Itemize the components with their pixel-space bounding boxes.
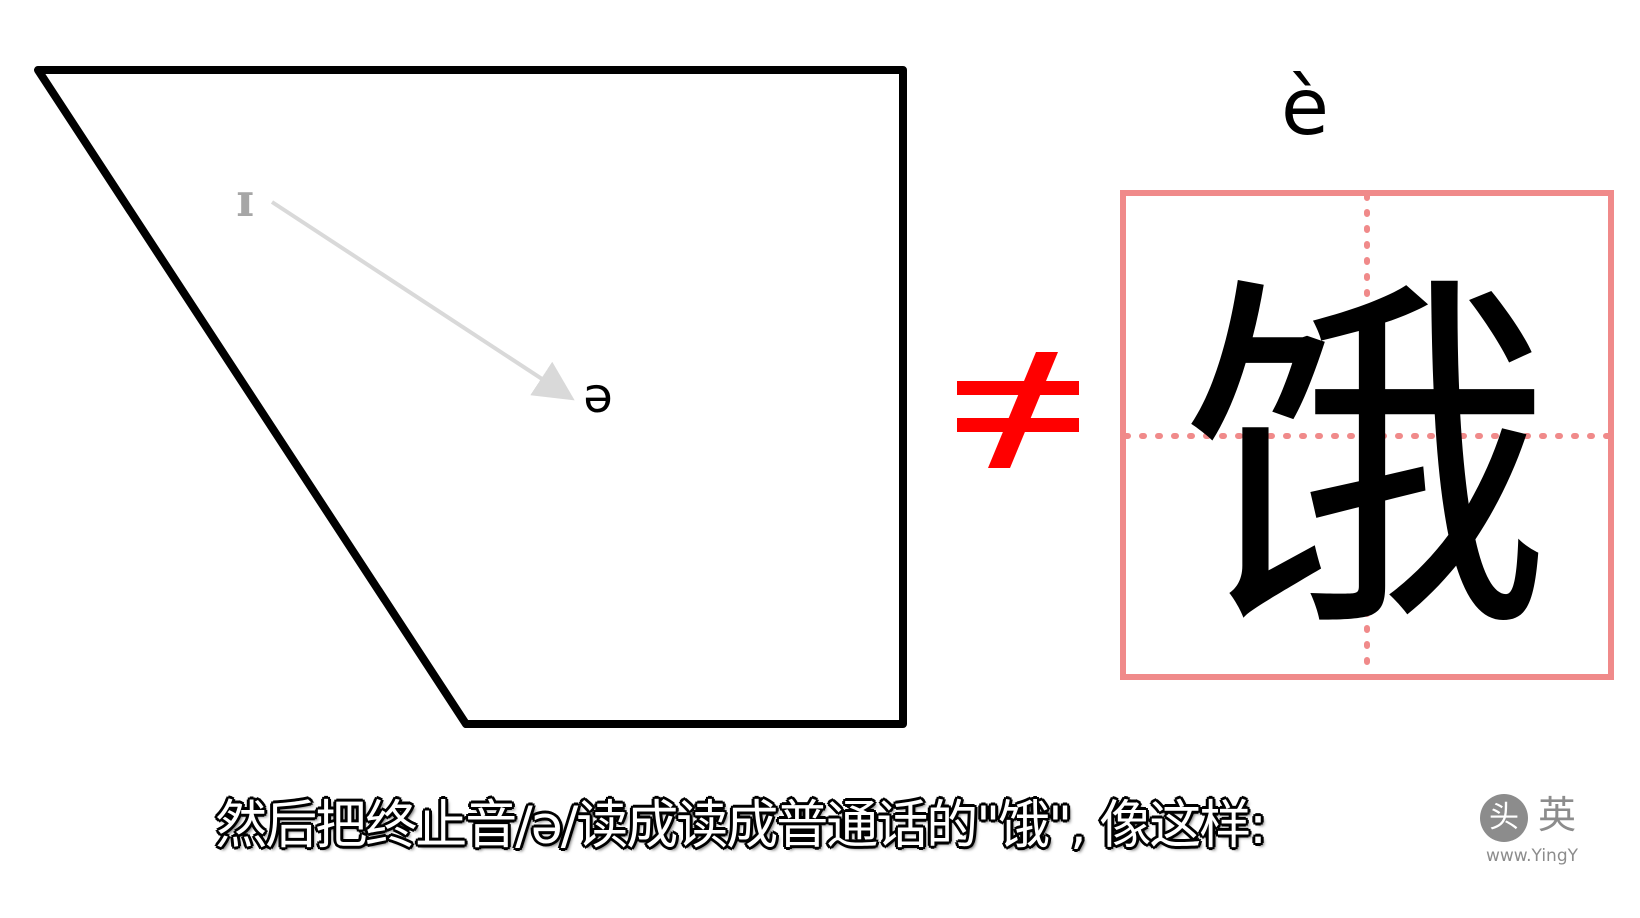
watermark-logo: 头 英 www.YingY	[1460, 794, 1640, 874]
end-vowel-symbol: ə	[583, 368, 613, 424]
pinyin-label: è	[1281, 63, 1329, 153]
start-vowel-symbol: ɪ	[236, 173, 253, 227]
subtitle-caption: 然后把终止音/ə/读成读成普通话的"饿", 像这样:	[215, 796, 1266, 856]
chinese-character: 饿	[1182, 248, 1552, 678]
logo-url: www.YingY	[1486, 846, 1579, 866]
pronunciation-diagram: ɪ ə 饿	[34, 66, 1614, 728]
logo-brand-char: 英	[1538, 793, 1577, 837]
video-frame: ɪ ə 饿 è 然后把终止音/ə/读成读成普通话的"饿", 像这样: 头 英 w…	[0, 0, 1640, 918]
not-equal-sign	[957, 352, 1079, 468]
vowel-quadrilateral	[34, 66, 907, 728]
logo-icon: 头	[1480, 794, 1528, 842]
diphthong-arrow	[270, 200, 575, 401]
